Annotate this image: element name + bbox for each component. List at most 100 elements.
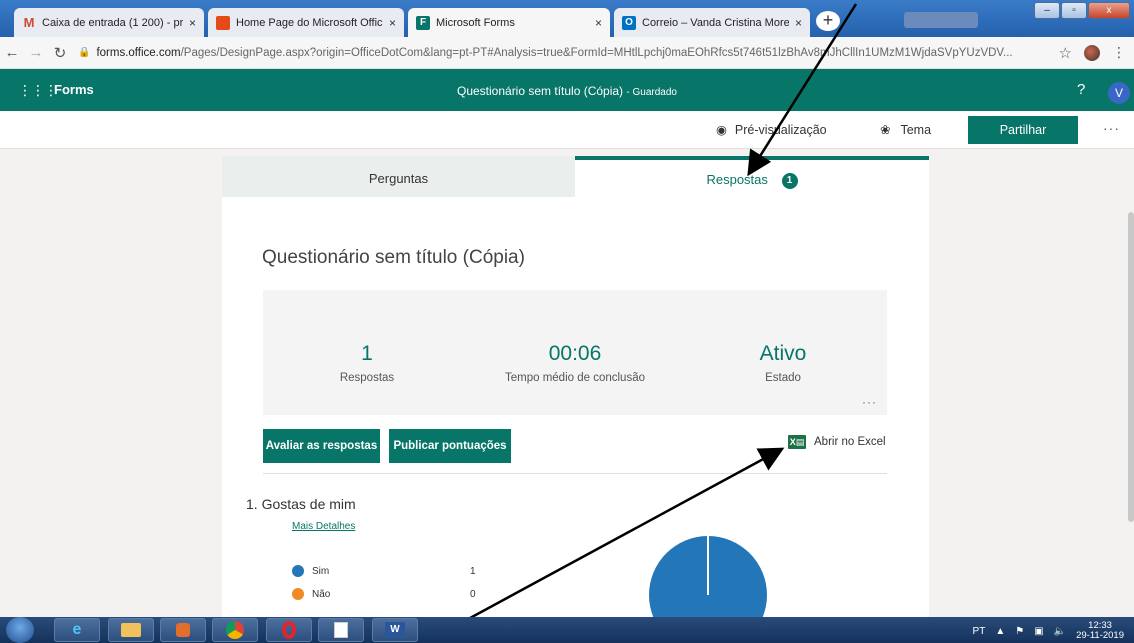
close-icon[interactable]: × (795, 16, 802, 30)
document-title: Questionário sem título (Cópia) - Guarda… (0, 84, 1134, 98)
lock-icon: 🔒 (78, 47, 91, 58)
internet-explorer-icon[interactable]: e (54, 618, 100, 642)
office-icon (216, 15, 230, 30)
divider (263, 473, 887, 474)
new-tab-button[interactable]: + (816, 11, 840, 31)
stat-status: Ativo Estado (679, 342, 887, 384)
file-explorer-icon[interactable] (108, 618, 154, 642)
tab-questions[interactable]: Perguntas (222, 156, 575, 197)
network-icon[interactable]: ▣ (1034, 626, 1043, 637)
language-indicator[interactable]: PT (973, 626, 986, 637)
close-icon[interactable]: × (595, 16, 602, 30)
legend-label: Sim (312, 565, 330, 577)
url-field[interactable]: 🔒 forms.office.com /Pages/DesignPage.asp… (78, 47, 1051, 59)
summary-stats: 1 Respostas 00:06 Tempo médio de conclus… (263, 290, 887, 415)
tab-responses-label: Respostas (706, 172, 768, 187)
forward-arrow-icon[interactable]: → (24, 44, 48, 61)
browser-tab-office[interactable]: Home Page do Microsoft Office × (208, 8, 404, 37)
window-controls: – ▫ x (1034, 2, 1130, 19)
publish-scores-button[interactable]: Publicar pontuações (389, 429, 511, 463)
legend-count: 1 (470, 565, 476, 577)
theme-button[interactable]: ❀ Tema (880, 122, 932, 138)
browser-tab-title: Caixa de entrada (1 200) - profpo (42, 16, 183, 29)
back-arrow-icon[interactable]: ← (0, 44, 24, 61)
legend-item: Não 0 (292, 588, 476, 600)
stat-average-time: 00:06 Tempo médio de conclusão (471, 342, 679, 384)
windows-taskbar: e W PT ▲ ⚑ ▣ 🔈 12:33 29-11-2019 (0, 617, 1134, 643)
stat-responses: 1 Respostas (263, 342, 471, 384)
browser-tab-outlook[interactable]: O Correio – Vanda Cristina Moreira × (614, 8, 810, 37)
review-answers-button[interactable]: Avaliar as respostas (263, 429, 380, 463)
extension-icon[interactable] (1084, 44, 1100, 61)
forms-toolbar: ◉ Pré-visualização ❀ Tema Partilhar ··· (0, 111, 1134, 149)
bookmark-star-icon[interactable]: ☆ (1059, 44, 1072, 62)
preview-label: Pré-visualização (734, 122, 827, 137)
stats-more-icon[interactable]: ··· (862, 395, 877, 409)
document-title-text[interactable]: Questionário sem título (Cópia) (457, 84, 623, 98)
stat-label: Estado (765, 372, 801, 384)
clock-date: 29-11-2019 (1076, 630, 1124, 641)
open-in-excel-button[interactable]: X▤ Abrir no Excel (788, 435, 886, 449)
browser-menu-icon[interactable]: ⋮ (1112, 44, 1126, 61)
reload-icon[interactable]: ↻ (48, 44, 72, 62)
browser-tab-gmail[interactable]: M Caixa de entrada (1 200) - profpo × (14, 8, 204, 37)
question-title: 1. Gostas de mim (246, 496, 356, 512)
tab-questions-label: Perguntas (368, 171, 429, 186)
legend-label: Não (312, 588, 331, 600)
forms-icon: F (416, 15, 430, 30)
stat-value: 1 (361, 342, 373, 365)
chrome-icon[interactable] (212, 618, 258, 642)
browser-tab-strip: M Caixa de entrada (1 200) - profpo × Ho… (0, 0, 1134, 37)
stat-label: Respostas (339, 372, 395, 384)
theme-label: Tema (900, 122, 932, 137)
media-player-icon[interactable] (160, 618, 206, 642)
browser-tab-title: Home Page do Microsoft Office (236, 16, 383, 29)
browser-tab-forms[interactable]: F Microsoft Forms × (408, 8, 610, 37)
legend-count: 0 (470, 588, 476, 600)
minimize-button[interactable]: – (1034, 2, 1060, 19)
url-host: forms.office.com (96, 46, 181, 59)
stat-label: Tempo médio de conclusão (505, 372, 645, 384)
form-tabs: Perguntas Respostas 1 (222, 156, 929, 197)
legend-item: Sim 1 (292, 565, 476, 577)
clock[interactable]: 12:33 29-11-2019 (1076, 621, 1124, 641)
start-button[interactable] (6, 617, 34, 643)
tray-expand-icon[interactable]: ▲ (995, 626, 1005, 637)
responses-count-badge: 1 (781, 172, 798, 189)
excel-icon: X▤ (788, 435, 806, 449)
share-button[interactable]: Partilhar (968, 116, 1078, 144)
avatar[interactable]: V (1108, 82, 1130, 104)
eye-icon: ◉ (716, 123, 727, 137)
more-options-icon[interactable]: ··· (1103, 120, 1120, 136)
close-icon[interactable]: × (189, 16, 196, 30)
legend-dot (292, 588, 304, 600)
taskbar-app-icon[interactable] (318, 618, 364, 642)
window-close-button[interactable]: x (1088, 2, 1130, 19)
address-bar: ← → ↻ 🔒 forms.office.com /Pages/DesignPa… (0, 37, 1134, 69)
help-icon[interactable]: ? (1077, 81, 1085, 98)
open-in-excel-label: Abrir no Excel (814, 436, 886, 448)
gmail-icon: M (23, 15, 35, 30)
opera-icon[interactable] (266, 618, 312, 642)
more-details-link[interactable]: Mais Detalhes (292, 521, 355, 532)
url-path: /Pages/DesignPage.aspx?origin=OfficeDotC… (180, 46, 1013, 59)
responses-card: Questionário sem título (Cópia) 1 Respos… (222, 197, 929, 643)
action-center-icon[interactable]: ⚑ (1015, 626, 1024, 637)
browser-tab-title: Correio – Vanda Cristina Moreira (642, 16, 789, 29)
page-scrollbar[interactable] (1128, 212, 1134, 522)
form-title: Questionário sem título (Cópia) (262, 247, 525, 268)
close-icon[interactable]: × (389, 16, 396, 30)
outlook-icon: O (622, 15, 636, 30)
volume-icon[interactable]: 🔈 (1054, 626, 1066, 637)
stat-value: Ativo (759, 342, 807, 365)
stat-value: 00:06 (548, 342, 602, 365)
palette-icon: ❀ (880, 123, 891, 137)
legend-dot (292, 565, 304, 577)
browser-tab-title: Microsoft Forms (436, 16, 515, 29)
browser-profile-chip[interactable] (904, 12, 978, 28)
tab-responses[interactable]: Respostas 1 (575, 156, 929, 197)
maximize-button[interactable]: ▫ (1061, 2, 1087, 19)
preview-button[interactable]: ◉ Pré-visualização (716, 122, 827, 138)
word-icon[interactable]: W (372, 618, 418, 642)
forms-header: ⋮⋮⋮ Forms Questionário sem título (Cópia… (0, 69, 1134, 111)
